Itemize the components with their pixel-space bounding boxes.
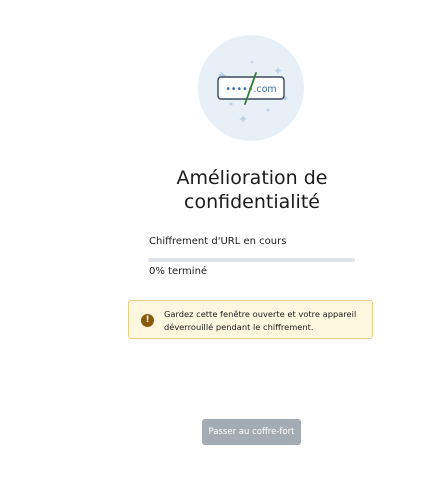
- warning-icon: !: [141, 314, 154, 327]
- warning-text: Gardez cette fenêtre ouverte et votre ap…: [164, 309, 357, 332]
- go-to-vault-button[interactable]: Passer au coffre-fort: [202, 419, 301, 445]
- page-title: Amélioration de confidentialité: [176, 167, 328, 213]
- masked-url-icon: •••••.com: [217, 60, 288, 123]
- progress-percent-text: 0% terminé: [149, 266, 208, 277]
- progress-status-label: Chiffrement d'URL en cours: [149, 236, 287, 247]
- keep-window-open-warning: ! Gardez cette fenêtre ouverte et votre …: [128, 300, 373, 339]
- url-encryption-illustration: •••••.com: [198, 35, 304, 141]
- progress-bar: [148, 258, 355, 262]
